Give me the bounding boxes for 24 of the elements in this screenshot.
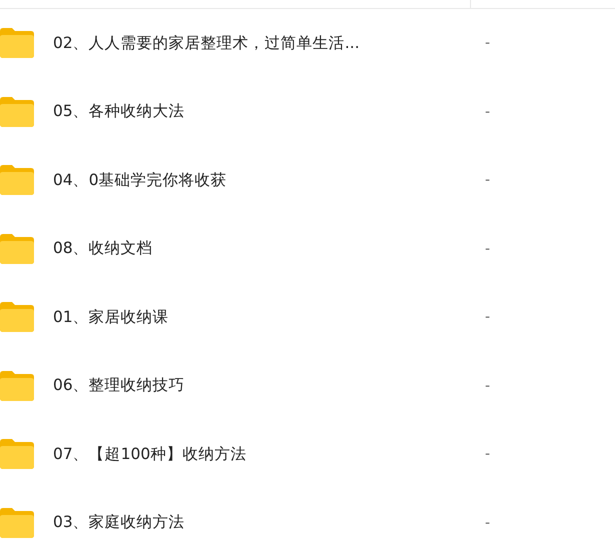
folder-name[interactable]: 03、家庭收纳方法 [53,512,471,534]
folder-name[interactable]: 01、家居收纳课 [53,306,471,328]
file-size: - [485,309,490,326]
folder-name[interactable]: 06、整理收纳技巧 [53,375,471,396]
file-size: - [485,446,490,462]
folder-icon [0,302,34,332]
folder-name[interactable]: 04、0基础学完你将收获 [53,170,471,191]
folder-icon [0,165,34,196]
folder-icon [0,234,34,264]
folder-icon [0,28,34,58]
file-size: - [485,35,490,52]
folder-icon [0,370,34,401]
file-size: - [485,172,490,188]
folder-icon [0,508,34,538]
file-size: - [485,240,490,257]
folder-icon [0,439,34,470]
folder-name[interactable]: 07、【超100种】收纳方法 [53,444,471,465]
file-size: - [485,378,490,394]
folder-name[interactable]: 02、人人需要的家居整理术，过简单生活... [53,32,471,54]
folder-name[interactable]: 05、各种收纳大法 [53,101,471,122]
file-size: - [485,104,490,120]
folder-name[interactable]: 08、收纳文档 [53,238,471,260]
file-size: - [485,514,490,531]
folder-icon [0,96,34,127]
